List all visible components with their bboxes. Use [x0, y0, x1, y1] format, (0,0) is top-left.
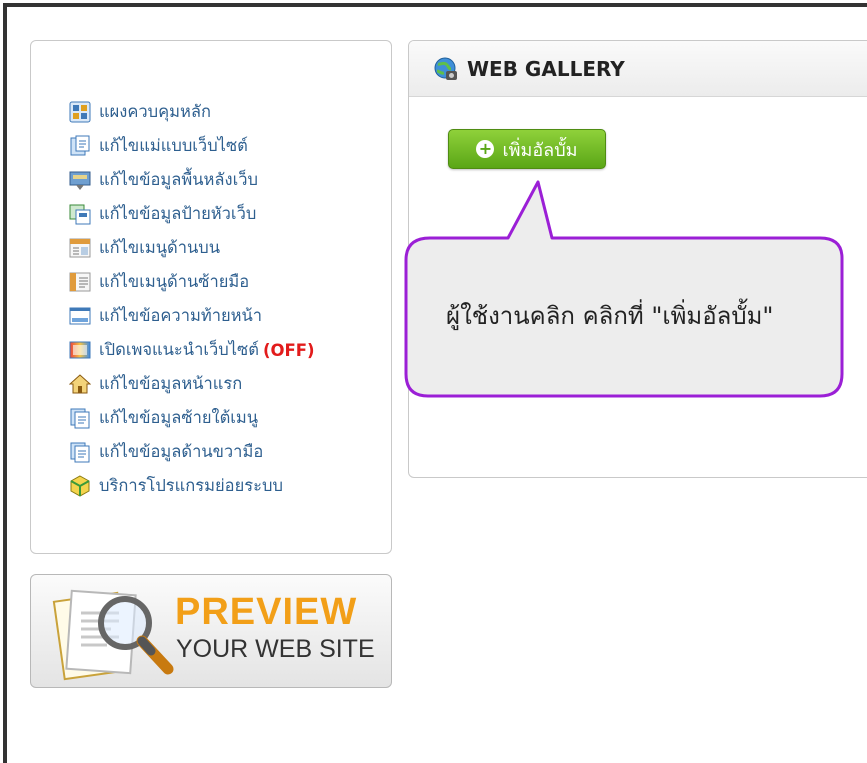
menu-item-label: แก้ไขข้อมูลพื้นหลังเว็บ	[99, 170, 258, 189]
menu-item-background[interactable]: แก้ไขข้อมูลพื้นหลังเว็บ	[69, 163, 391, 197]
footer-icon	[69, 305, 91, 327]
menu-item-label: เปิดเพจแนะนำเว็บไซต์	[99, 340, 259, 359]
background-icon	[69, 169, 91, 191]
top-menu-icon	[69, 237, 91, 259]
left-menu-icon	[69, 271, 91, 293]
menu-item-banner[interactable]: แก้ไขข้อมูลป้ายหัวเว็บ	[69, 197, 391, 231]
menu-item-sub-programs[interactable]: บริการโปรแกรมย่อยระบบ	[69, 469, 391, 503]
preview-website-button[interactable]: PREVIEW YOUR WEB SITE	[30, 574, 392, 688]
document-stack-icon	[69, 441, 91, 463]
menu-item-left-under-menu[interactable]: แก้ไขข้อมูลซ้ายใต้เมนู	[69, 401, 391, 435]
plus-circle-icon: +	[476, 140, 495, 158]
admin-menu-list: แผงควบคุมหลัก แก้ไขแม่แบบเว็บไซต์ แก้ไขข…	[31, 41, 391, 503]
menu-item-top-menu[interactable]: แก้ไขเมนูด้านบน	[69, 231, 391, 265]
document-stack-icon	[69, 407, 91, 429]
menu-item-label: แก้ไขแม่แบบเว็บไซต์	[99, 136, 248, 155]
menu-item-right-side[interactable]: แก้ไขข้อมูลด้านขวามือ	[69, 435, 391, 469]
status-badge: (OFF)	[262, 340, 315, 360]
menu-item-intro-page[interactable]: เปิดเพจแนะนำเว็บไซต์ (OFF)	[69, 333, 391, 367]
add-album-button[interactable]: + เพิ่มอัลบั้ม	[448, 129, 606, 169]
menu-item-label: บริการโปรแกรมย่อยระบบ	[99, 476, 283, 495]
control-panel-icon	[69, 101, 91, 123]
banner-icon	[69, 203, 91, 225]
menu-item-label: แก้ไขข้อมูลป้ายหัวเว็บ	[99, 204, 257, 223]
menu-item-control-panel[interactable]: แผงควบคุมหลัก	[69, 95, 391, 129]
menu-item-label: แก้ไขข้อมูลด้านขวามือ	[99, 442, 264, 461]
package-icon	[69, 475, 91, 497]
globe-icon	[434, 57, 457, 80]
preview-subtitle: YOUR WEB SITE	[176, 635, 375, 663]
menu-item-footer[interactable]: แก้ไขข้อความท้ายหน้า	[69, 299, 391, 333]
add-album-label: เพิ่มอัลบั้ม	[502, 139, 578, 161]
template-edit-icon	[69, 135, 91, 157]
menu-item-label: แก้ไขข้อความท้ายหน้า	[99, 306, 263, 325]
menu-item-label: แผงควบคุมหลัก	[99, 102, 212, 121]
intro-page-icon	[69, 339, 91, 361]
menu-item-label: แก้ไขข้อมูลซ้ายใต้เมนู	[99, 408, 259, 427]
menu-item-home[interactable]: แก้ไขข้อมูลหน้าแรก	[69, 367, 391, 401]
gallery-title: WEB GALLERY	[467, 56, 625, 81]
callout-text: ผู้ใช้งานคลิก คลิกที่ "เพิ่มอัลบั้ม"	[446, 302, 774, 330]
menu-item-label: แก้ไขข้อมูลหน้าแรก	[99, 374, 243, 393]
menu-item-label: แก้ไขเมนูด้านซ้ายมือ	[99, 272, 250, 291]
web-gallery-panel: WEB GALLERY	[408, 40, 867, 478]
menu-item-left-menu[interactable]: แก้ไขเมนูด้านซ้ายมือ	[69, 265, 391, 299]
magnifier-document-icon	[52, 589, 174, 681]
preview-title: PREVIEW	[175, 591, 358, 633]
home-icon	[69, 373, 91, 395]
gallery-header: WEB GALLERY	[409, 41, 867, 97]
menu-item-label: แก้ไขเมนูด้านบน	[99, 238, 221, 257]
admin-menu-panel: แผงควบคุมหลัก แก้ไขแม่แบบเว็บไซต์ แก้ไขข…	[30, 40, 392, 554]
menu-item-template[interactable]: แก้ไขแม่แบบเว็บไซต์	[69, 129, 391, 163]
